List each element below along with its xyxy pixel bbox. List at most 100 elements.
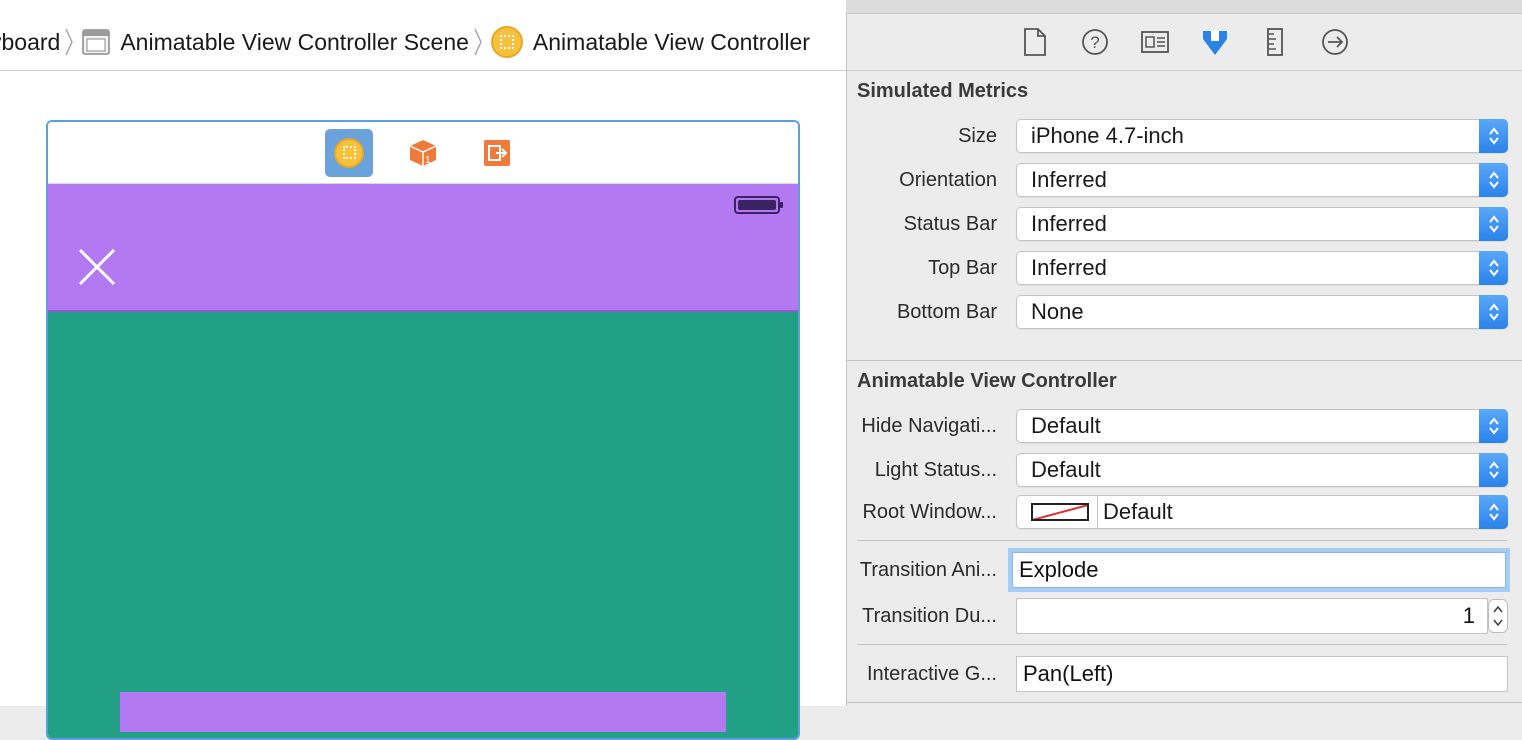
popup-arrows-icon [1479,119,1508,153]
root-window-row: Root Window... Default [847,495,1522,529]
hide-navigation-value: Default [1031,413,1101,438]
dock-view-controller-button[interactable] [325,128,373,177]
breadcrumb-label: Animatable View Controller Scene [120,28,469,55]
exit-icon [484,139,510,166]
svg-text:1: 1 [425,155,431,166]
close-icon[interactable] [78,248,116,286]
light-status-value: Default [1031,457,1101,482]
top-bar-row: Top Bar Inferred [847,251,1522,285]
identity-inspector-tab[interactable] [1139,26,1171,58]
popup-arrows-icon [1479,163,1508,197]
transition-animation-field[interactable]: Explode [1012,552,1506,588]
breadcrumb-label: Animatable View Controller [532,28,810,55]
bottom-button-view[interactable] [120,692,726,732]
orientation-label: Orientation [899,168,997,191]
transition-duration-field[interactable]: 1 [1016,598,1488,634]
bottom-bar-row: Bottom Bar None [847,295,1522,329]
light-status-popup[interactable]: Default [1016,453,1508,487]
light-status-row: Light Status... Default [847,453,1522,487]
dock-exit-button[interactable] [473,129,521,177]
section-divider [847,360,1522,361]
quick-help-tab[interactable]: ? [1079,26,1111,58]
root-window-label: Root Window... [862,500,997,523]
dock-first-responder-button[interactable]: 1 [399,129,447,177]
inspector-tab-bar: ? [847,14,1522,71]
battery-icon [734,196,783,214]
top-bar-value: Inferred [1031,255,1107,280]
popup-arrows-icon [1479,207,1508,241]
interactive-gesture-label: Interactive G... [866,662,997,685]
status-bar-label: Status Bar [903,212,997,235]
root-window-value: Default [1103,499,1173,524]
section-title-simulated-metrics: Simulated Metrics [857,80,1029,102]
header-view[interactable] [48,184,798,312]
size-value: iPhone 4.7-inch [1031,123,1184,148]
connections-inspector-icon [1321,29,1348,55]
scene-icon [82,29,111,55]
bottom-bar-value: None [1031,299,1084,324]
attributes-inspector-tab[interactable] [1199,26,1231,58]
transition-animation-label: Transition Ani... [859,558,997,581]
svg-text:?: ? [1090,33,1099,52]
top-bar-popup[interactable]: Inferred [1016,251,1508,285]
popup-arrows-icon [1479,251,1508,285]
duration-stepper[interactable] [1488,599,1508,633]
scene-dock: 1 [48,122,798,184]
breadcrumb-storyboard[interactable]: yboard [0,29,60,56]
breadcrumb-view-controller[interactable]: Animatable View Controller [489,26,810,58]
orientation-value: Inferred [1031,167,1107,192]
view-controller-icon [334,137,364,168]
storyboard-canvas[interactable]: yboard Animatable View Controller Scene … [0,0,846,740]
light-status-label: Light Status... [874,458,997,481]
breadcrumb-scene[interactable]: Animatable View Controller Scene [80,29,469,56]
field-divider [857,644,1507,645]
hide-navigation-row: Hide Navigati... Default [847,409,1522,443]
identity-inspector-icon [1140,31,1169,53]
top-bar-label: Top Bar [928,256,997,279]
status-bar-value: Inferred [1031,211,1107,236]
breadcrumb-label: yboard [0,28,61,55]
transition-duration-label: Transition Du... [862,604,997,627]
interactive-gesture-field[interactable]: Pan(Left) [1016,656,1508,692]
orientation-row: Orientation Inferred [847,163,1522,197]
file-inspector-icon [1023,28,1046,56]
status-bar-popup[interactable]: Inferred [1016,207,1508,241]
hide-navigation-popup[interactable]: Default [1016,409,1508,443]
content-view[interactable] [48,312,798,738]
field-divider [857,540,1507,541]
attributes-inspector-icon [1202,31,1227,55]
size-inspector-icon [1266,28,1283,56]
root-window-color-popup[interactable]: Default [1016,495,1508,529]
swatch-divider [1097,496,1098,528]
size-label: Size [958,124,997,147]
popup-arrows-icon [1479,453,1508,487]
popup-arrows-icon [1479,409,1508,443]
connections-inspector-tab[interactable] [1319,26,1351,58]
file-inspector-tab[interactable] [1019,26,1051,58]
quick-help-icon: ? [1081,29,1108,55]
view-controller-scene[interactable]: 1 [46,120,800,740]
breadcrumb-separator-icon [65,28,74,56]
orientation-popup[interactable]: Inferred [1016,163,1508,197]
transition-animation-row: Transition Ani... Explode [847,552,1522,588]
section-divider [847,702,1522,703]
size-inspector-tab[interactable] [1259,26,1291,58]
hide-navigation-label: Hide Navigati... [861,414,997,437]
first-responder-icon: 1 [409,139,437,166]
transition-duration-row: Transition Du... 1 [847,598,1522,634]
attributes-inspector: ? Simulated Metrics Size iPhone 4.7-inch… [846,14,1522,706]
view-controller-icon [490,26,523,58]
size-popup[interactable]: iPhone 4.7-inch [1016,119,1508,153]
interactive-gesture-row: Interactive G... Pan(Left) [847,656,1522,692]
status-bar-row: Status Bar Inferred [847,207,1522,241]
size-row: Size iPhone 4.7-inch [847,119,1522,153]
breadcrumb-separator-icon [474,28,482,56]
jump-bar: yboard Animatable View Controller Scene … [0,14,846,71]
bottom-bar-popup[interactable]: None [1016,295,1508,329]
popup-arrows-icon [1479,495,1508,529]
stepper-arrows-icon [1493,605,1503,627]
bottom-bar-label: Bottom Bar [896,300,997,323]
no-color-swatch-icon[interactable] [1031,503,1089,521]
section-title-animatable-vc: Animatable View Controller [857,370,1117,392]
popup-arrows-icon [1479,295,1508,329]
